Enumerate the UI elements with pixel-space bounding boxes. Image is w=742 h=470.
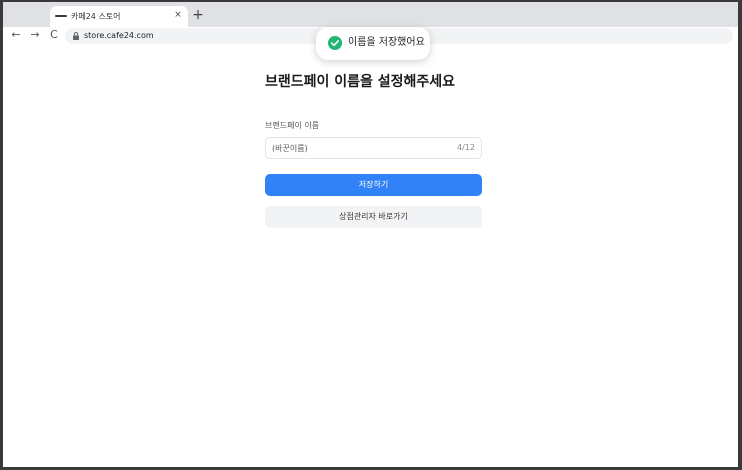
- store-admin-shortcut-button[interactable]: 상점관리자 바로가기: [265, 206, 482, 228]
- cafe24-favicon-icon: [55, 15, 67, 17]
- browser-window: 카페24 스토어 × + ← → C store.cafe24.com 이름을 …: [3, 2, 738, 467]
- save-button[interactable]: 저장하기: [265, 174, 482, 196]
- brandpay-name-field[interactable]: 4/12: [265, 137, 482, 159]
- brandpay-name-input[interactable]: [272, 141, 442, 155]
- close-icon[interactable]: ×: [173, 10, 183, 20]
- toast-message: 이름을 저장했어요: [348, 37, 425, 48]
- success-toast: 이름을 저장했어요: [316, 27, 430, 60]
- page-title: 브랜드페이 이름을 설정해주세요: [265, 74, 456, 90]
- brandpay-name-label: 브랜드페이 이름: [265, 121, 320, 130]
- char-count: 4/12: [457, 143, 475, 152]
- tab-cafe24-store[interactable]: 카페24 스토어 ×: [50, 6, 188, 27]
- tab-strip: 카페24 스토어 × +: [3, 2, 738, 27]
- forward-arrow-icon[interactable]: →: [28, 28, 42, 42]
- tab-title: 카페24 스토어: [71, 12, 121, 21]
- reload-icon[interactable]: C: [47, 28, 61, 42]
- check-circle-icon: [328, 36, 342, 50]
- back-arrow-icon[interactable]: ←: [9, 28, 23, 42]
- url-text: store.cafe24.com: [84, 31, 154, 40]
- lock-icon: [73, 32, 79, 40]
- new-tab-button[interactable]: +: [191, 8, 205, 22]
